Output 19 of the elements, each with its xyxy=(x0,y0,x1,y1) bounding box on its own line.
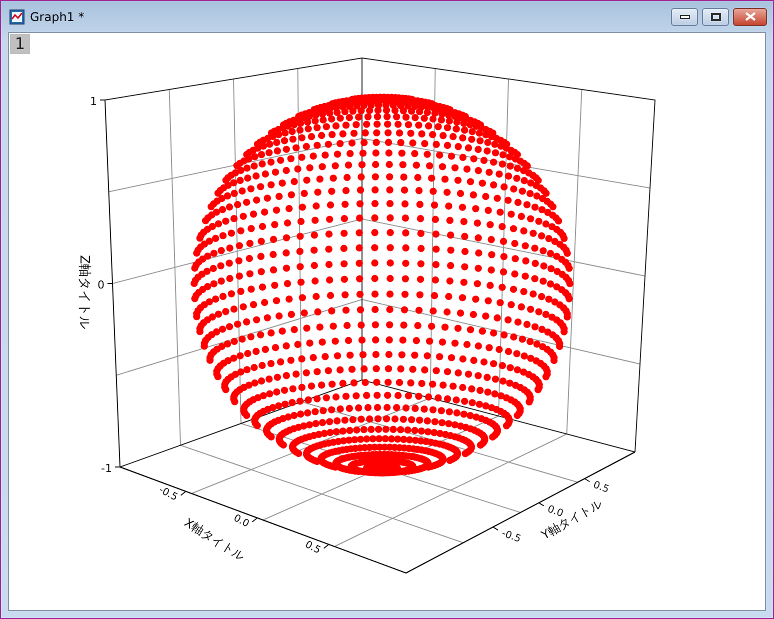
layer-tab[interactable]: 1 xyxy=(10,34,30,54)
y-tick-label: 0.0 xyxy=(546,504,565,520)
maximize-icon xyxy=(710,12,720,20)
close-icon xyxy=(744,12,756,21)
y-tick-label: -0.5 xyxy=(500,528,522,546)
maximize-button[interactable] xyxy=(702,8,729,26)
graph-window-icon xyxy=(9,8,25,24)
x-tick-label: 0.0 xyxy=(232,512,251,530)
close-button[interactable] xyxy=(733,8,767,26)
minimize-icon xyxy=(680,14,690,18)
window-title: Graph1 * xyxy=(30,8,84,26)
z-tick-label: 1 xyxy=(90,95,97,108)
minimize-button[interactable] xyxy=(671,8,698,26)
z-tick-label: 0 xyxy=(98,278,104,292)
x-tick-label: -0.5 xyxy=(156,484,180,504)
z-tick-label: -1 xyxy=(101,462,112,476)
y-tick-label: 0.5 xyxy=(592,480,610,496)
z-axis-title: Z軸タイトル xyxy=(76,255,92,329)
x-tick-label: 0.5 xyxy=(303,539,322,556)
